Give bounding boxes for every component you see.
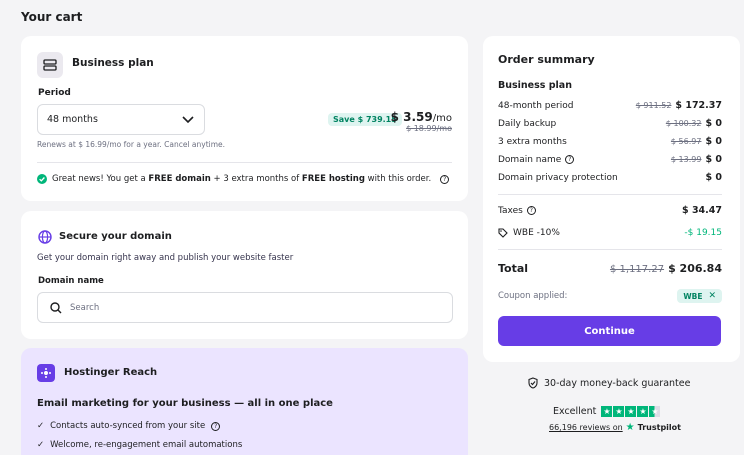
remove-coupon-icon[interactable]: ✕ bbox=[708, 291, 716, 301]
continue-button[interactable]: Continue bbox=[498, 316, 721, 346]
star-icon: ★ bbox=[625, 406, 637, 417]
divider bbox=[498, 249, 722, 250]
taxes-value: $ 34.47 bbox=[682, 205, 722, 216]
great-news-mid: + 3 extra months of bbox=[210, 174, 302, 184]
reach-card: Hostinger Reach Email marketing for your… bbox=[21, 348, 468, 455]
reach-feature-text: Contacts auto-synced from your site bbox=[50, 421, 206, 431]
plan-card: Business plan Period 48 months Renews at… bbox=[21, 36, 468, 201]
trustpilot-rating: Excellent ★ ★ ★ ★ ★ bbox=[553, 406, 661, 417]
renews-note: Renews at $ 16.99/mo for a year. Cancel … bbox=[37, 140, 226, 149]
reach-feature: ✓ Contacts auto-synced from your site ? bbox=[37, 421, 221, 431]
total-value: $ 206.84 bbox=[668, 262, 722, 275]
line-label: Domain privacy protection bbox=[498, 172, 618, 183]
shield-check-icon bbox=[528, 377, 538, 389]
plan-title: Business plan bbox=[72, 57, 154, 69]
summary-line: Daily backup $ 100.32 $ 0 bbox=[498, 118, 722, 129]
reviews-link[interactable]: 66,196 reviews on bbox=[549, 423, 623, 432]
free-domain-text: FREE domain bbox=[148, 174, 211, 184]
line-value: $ 0 bbox=[705, 118, 722, 129]
line-old-price: $ 13.99 bbox=[670, 155, 702, 164]
line-old-price: $ 100.32 bbox=[665, 119, 702, 128]
divider bbox=[37, 162, 452, 163]
coupon-code: WBE bbox=[683, 291, 703, 301]
excellent-label: Excellent bbox=[553, 406, 597, 417]
help-icon[interactable]: ? bbox=[526, 205, 536, 215]
line-value: $ 0 bbox=[705, 136, 722, 147]
help-icon[interactable]: ? bbox=[565, 154, 575, 164]
search-icon bbox=[50, 302, 62, 314]
summary-line: 3 extra months $ 56.97 $ 0 bbox=[498, 136, 722, 147]
search-placeholder: Search bbox=[70, 303, 100, 313]
check-circle-icon bbox=[37, 174, 47, 184]
great-news-post: with this order. bbox=[364, 174, 432, 184]
check-icon: ✓ bbox=[37, 421, 45, 431]
period-value: 48 months bbox=[47, 114, 98, 125]
domain-subtitle: Get your domain right away and publish y… bbox=[37, 253, 294, 263]
help-icon[interactable]: ? bbox=[440, 174, 450, 184]
great-news-pre: Great news! You get a bbox=[52, 174, 149, 184]
star-icon: ★ bbox=[637, 406, 649, 417]
star-icon: ★ bbox=[601, 406, 613, 417]
total-label: Total bbox=[498, 262, 529, 275]
old-price: $ 18.99/mo bbox=[406, 124, 452, 133]
total-old-price: $ 1,117.27 bbox=[609, 264, 665, 275]
price-block: $ 3.59/mo bbox=[391, 106, 452, 125]
price: $ 3.59 bbox=[390, 110, 433, 124]
great-news: Great news! You get a FREE domain + 3 ex… bbox=[37, 174, 450, 184]
trustpilot-star-icon: ★ bbox=[625, 422, 635, 433]
price-unit: /mo bbox=[432, 113, 452, 124]
period-label: Period bbox=[38, 88, 71, 98]
discount-line: WBE -10% -$ 19.15 bbox=[498, 228, 722, 238]
line-value: $ 0 bbox=[705, 154, 722, 165]
period-select[interactable]: 48 months bbox=[37, 104, 205, 135]
rating-stars: ★ ★ ★ ★ ★ bbox=[601, 406, 661, 417]
coupon-badge: WBE ✕ bbox=[677, 289, 722, 303]
discount-label: WBE -10% bbox=[513, 228, 560, 238]
guarantee-text: 30-day money-back guarantee bbox=[544, 377, 691, 389]
tag-icon bbox=[498, 228, 508, 238]
guarantee: 30-day money-back guarantee bbox=[528, 377, 690, 389]
summary-title: Order summary bbox=[498, 53, 595, 66]
line-label: 3 extra months bbox=[498, 136, 567, 147]
line-old-price: $ 911.52 bbox=[635, 101, 672, 110]
reach-feature-text: Welcome, re-engagement email automations bbox=[50, 440, 243, 450]
reach-title: Hostinger Reach bbox=[64, 367, 158, 378]
order-summary-card: Order summary Business plan 48-month per… bbox=[483, 36, 740, 362]
summary-plan-name: Business plan bbox=[498, 80, 572, 91]
summary-line: Domain privacy protection $ 0 bbox=[498, 172, 722, 183]
domain-title: Secure your domain bbox=[59, 231, 172, 242]
taxes-line: Taxes? $ 34.47 bbox=[498, 205, 722, 216]
line-label: Domain name bbox=[498, 154, 562, 165]
divider bbox=[498, 194, 722, 195]
line-value: $ 0 bbox=[705, 172, 722, 183]
line-old-price: $ 56.97 bbox=[670, 137, 702, 146]
free-hosting-text: FREE hosting bbox=[301, 174, 365, 184]
reach-headline: Email marketing for your business — all … bbox=[37, 398, 333, 409]
line-label: 48-month period bbox=[498, 100, 574, 111]
domain-search-input[interactable]: Search bbox=[37, 292, 453, 323]
taxes-label: Taxes bbox=[498, 205, 523, 216]
coupon-label: Coupon applied: bbox=[498, 291, 568, 301]
total-line: Total $ 1,117.27 $ 206.84 bbox=[498, 262, 722, 275]
coupon-line: Coupon applied: WBE ✕ bbox=[498, 289, 722, 303]
globe-icon bbox=[38, 230, 52, 244]
trustpilot-brand: Trustpilot bbox=[637, 423, 681, 432]
reach-logo-icon bbox=[37, 364, 55, 382]
line-label: Daily backup bbox=[498, 118, 557, 129]
summary-line: Domain name? $ 13.99 $ 0 bbox=[498, 154, 722, 165]
star-icon: ★ bbox=[613, 406, 625, 417]
reach-feature: ✓ Welcome, re-engagement email automatio… bbox=[37, 440, 242, 450]
domain-card: Secure your domain Get your domain right… bbox=[21, 211, 468, 339]
help-icon[interactable]: ? bbox=[211, 421, 221, 431]
star-half-icon: ★ bbox=[649, 406, 661, 417]
discount-value: -$ 19.15 bbox=[684, 228, 722, 238]
chevron-down-icon bbox=[182, 116, 194, 124]
page-title: Your cart bbox=[21, 10, 83, 24]
trustpilot-reviews[interactable]: 66,196 reviews on ★ Trustpilot bbox=[549, 422, 681, 433]
summary-line: 48-month period $ 911.52 $ 172.37 bbox=[498, 100, 722, 111]
check-icon: ✓ bbox=[37, 440, 45, 450]
domain-field-label: Domain name bbox=[38, 276, 104, 286]
line-value: $ 172.37 bbox=[675, 100, 722, 111]
server-icon bbox=[37, 52, 63, 78]
